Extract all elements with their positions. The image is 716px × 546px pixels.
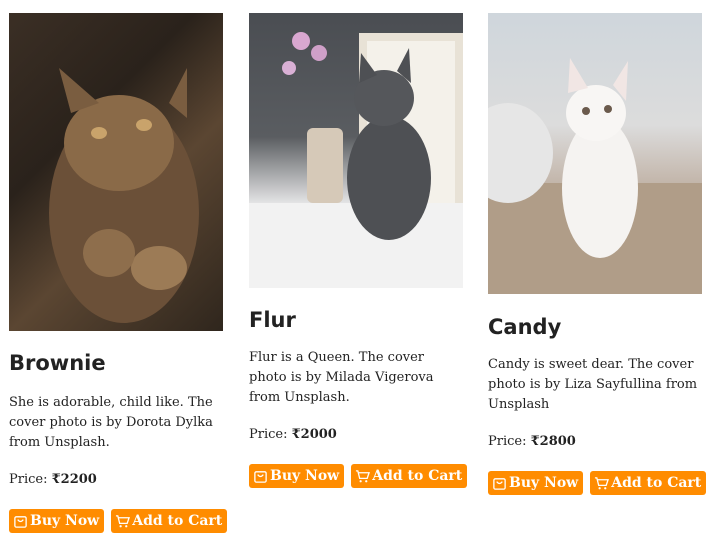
price-value: ₹2200 [51, 472, 97, 487]
product-actions: Buy Now Add to Cart [249, 464, 468, 488]
product-card: Brownie She is adorable, child like. The… [9, 13, 228, 533]
price-value: ₹2000 [291, 427, 337, 442]
cat-photo [249, 13, 463, 288]
buy-now-label: Buy Now [30, 513, 100, 529]
product-description: She is adorable, child like. The cover p… [9, 395, 213, 450]
price-label: Price: [488, 434, 527, 449]
white-cat-image [488, 58, 702, 294]
product-title: Brownie [9, 351, 106, 375]
price-label: Price: [249, 427, 288, 442]
product-title: Flur [249, 308, 296, 332]
product-card: Flur Flur is a Queen. The cover photo is… [249, 13, 468, 488]
buy-now-button[interactable]: Buy Now [488, 471, 584, 495]
price-value: ₹2800 [530, 434, 576, 449]
buy-now-button[interactable]: Buy Now [9, 509, 105, 533]
add-to-cart-label: Add to Cart [132, 513, 223, 529]
shopping-bag-icon [254, 470, 267, 483]
product-price: Price: ₹2800 [488, 434, 702, 449]
add-to-cart-button[interactable]: Add to Cart [111, 509, 228, 533]
add-to-cart-button[interactable]: Add to Cart [590, 471, 707, 495]
buy-now-label: Buy Now [270, 468, 340, 484]
add-to-cart-button[interactable]: Add to Cart [351, 464, 468, 488]
price-label: Price: [9, 472, 48, 487]
cat-photo [9, 13, 223, 331]
cart-icon [116, 514, 131, 527]
buy-now-button[interactable]: Buy Now [249, 464, 345, 488]
tabby-cat-image [49, 68, 199, 323]
shopping-bag-icon [14, 515, 27, 528]
product-actions: Buy Now Add to Cart [488, 471, 707, 495]
product-description: Flur is a Queen. The cover photo is by M… [249, 350, 434, 405]
add-to-cart-label: Add to Cart [372, 468, 463, 484]
product-price: Price: ₹2000 [249, 427, 463, 442]
cart-icon [356, 469, 371, 482]
shopping-bag-icon [493, 477, 506, 490]
product-card: Candy Candy is sweet dear. The cover pho… [488, 13, 707, 495]
product-description: Candy is sweet dear. The cover photo is … [488, 357, 698, 412]
cart-icon [595, 476, 610, 489]
product-title: Candy [488, 315, 562, 339]
buy-now-label: Buy Now [509, 475, 579, 491]
product-actions: Buy Now Add to Cart [9, 509, 228, 533]
add-to-cart-label: Add to Cart [611, 475, 702, 491]
cat-photo [488, 13, 702, 294]
gray-cat-image [249, 32, 463, 288]
product-price: Price: ₹2200 [9, 472, 223, 487]
